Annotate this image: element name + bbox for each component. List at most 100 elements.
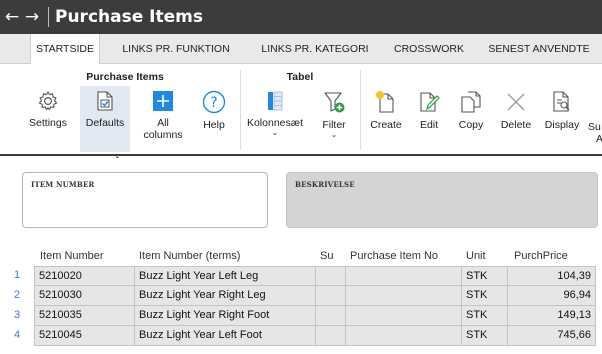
cut-off-button[interactable]: Su A [588,86,602,152]
svg-text:?: ? [210,95,217,111]
defaults-label: Defaults [85,117,125,129]
table-row[interactable]: 1 5210020 Buzz Light Year Left Leg STK 1… [0,266,602,286]
cell-purch-price[interactable]: 96,94 [508,286,596,306]
column-header-item-number[interactable]: Item Number [40,246,104,266]
cell-unit[interactable]: STK [462,326,508,346]
display-document-icon [553,91,570,112]
group-label-tabel: Tabel [286,71,314,83]
edit-button[interactable]: Edit [410,86,448,152]
description-filter-field[interactable]: BESKRIVELSE [286,172,598,228]
title-separator [48,7,49,27]
table-row[interactable]: 4 5210045 Buzz Light Year Left Foot STK … [0,326,602,346]
display-label: Display [544,119,580,131]
create-label: Create [370,119,402,131]
cell-purchase-item-no[interactable] [346,266,462,286]
cell-item-terms[interactable]: Buzz Light Year Left Leg [135,266,316,286]
edit-document-icon [420,92,440,112]
cut-off-label-line1: Su [588,121,601,133]
copy-button[interactable]: Copy [450,86,492,152]
table-row[interactable]: 2 5210030 Buzz Light Year Right Leg STK … [0,286,602,306]
cut-off-label: Su A [588,121,602,145]
all-columns-button[interactable]: All columns [138,86,188,152]
help-label: Help [203,119,225,131]
title-bar: ← → Purchase Items [0,0,602,34]
description-filter-label: BESKRIVELSE [295,180,355,189]
cell-item-number[interactable]: 5210035 [34,306,135,326]
cell-item-number[interactable]: 5210020 [34,266,135,286]
cell-item-terms[interactable]: Buzz Light Year Right Leg [135,286,316,306]
defaults-button[interactable]: Defaults [80,86,130,152]
help-icon: ? [202,90,226,114]
plus-box-icon [153,91,173,111]
tab-links-pr-kategori[interactable]: LINKS PR. KATEGORI [252,34,378,64]
all-columns-label-line2: columns [143,129,183,141]
cell-purchase-item-no[interactable] [346,286,462,306]
grid-header: Item Number Item Number (terms) Su Purch… [0,244,602,266]
column-header-item-number-terms[interactable]: Item Number (terms) [139,246,240,266]
cell-purch-price[interactable]: 745,66 [508,326,596,346]
column-header-su[interactable]: Su [320,246,333,266]
ribbon-tabs: STARTSIDE LINKS PR. FUNKTION LINKS PR. K… [0,34,602,65]
kolonnesaet-button[interactable]: Kolonnesæt ⌄ [244,86,306,152]
back-arrow-icon[interactable]: ← [2,7,22,27]
table-row[interactable]: 3 5210035 Buzz Light Year Right Foot STK… [0,306,602,326]
close-icon [507,93,525,111]
cell-unit[interactable]: STK [462,266,508,286]
cell-item-number[interactable]: 5210030 [34,286,135,306]
cell-item-terms[interactable]: Buzz Light Year Left Foot [135,326,316,346]
document-check-icon [97,91,113,111]
group-divider [240,70,241,150]
forward-arrow-icon[interactable]: → [22,7,42,27]
item-number-filter-label: ITEM NUMBER [31,180,95,189]
tab-senest-anvendte[interactable]: SENEST ANVENDTE [480,34,598,64]
cell-purchase-item-no[interactable] [346,306,462,326]
cell-su[interactable] [316,286,346,306]
settings-button[interactable]: Settings [22,86,74,152]
tab-startside[interactable]: STARTSIDE [30,34,100,65]
row-number: 3 [0,306,34,326]
cell-purchase-item-no[interactable] [346,326,462,346]
column-header-purch-price[interactable]: PurchPrice [514,246,568,266]
filter-area: ITEM NUMBER BESKRIVELSE [0,158,602,244]
tab-links-pr-funktion[interactable]: LINKS PR. FUNKTION [112,34,240,64]
column-header-purchase-item-no[interactable]: Purchase Item No [350,246,438,266]
filter-button[interactable]: Filter ⌄ [312,86,356,152]
settings-label: Settings [29,117,67,129]
item-number-filter-field[interactable]: ITEM NUMBER [22,172,268,228]
ribbon: Purchase Items Tabel Settings Defaults A… [0,64,602,156]
delete-button[interactable]: Delete [494,86,538,152]
gear-icon [38,91,58,111]
filter-add-icon [324,92,345,113]
cell-purch-price[interactable]: 149,13 [508,306,596,326]
cell-item-terms[interactable]: Buzz Light Year Right Foot [135,306,316,326]
delete-label: Delete [500,119,532,131]
kolonnesaet-caret-icon: ⌄ [271,128,279,137]
column-header-unit[interactable]: Unit [466,246,486,266]
page-title: Purchase Items [55,7,203,27]
create-button[interactable]: Create [364,86,408,152]
edit-label: Edit [419,119,439,131]
row-number: 2 [0,286,34,306]
cell-su[interactable] [316,306,346,326]
new-document-icon [376,91,394,113]
help-button[interactable]: ? Help [192,86,236,152]
cell-item-number[interactable]: 5210045 [34,326,135,346]
display-button[interactable]: Display [540,86,584,152]
row-number: 4 [0,326,34,346]
cell-purch-price[interactable]: 104,39 [508,266,596,286]
columns-icon [268,91,283,111]
all-columns-label: All columns [138,117,188,141]
copy-icon [461,91,481,113]
row-number: 1 [0,266,34,286]
cell-unit[interactable]: STK [462,286,508,306]
copy-label: Copy [458,119,484,131]
cell-su[interactable] [316,266,346,286]
tab-crosswork[interactable]: CROSSWORK [386,34,472,64]
all-columns-label-line1: All [157,117,169,129]
cell-unit[interactable]: STK [462,306,508,326]
group-label-purchase-items: Purchase Items [86,71,164,83]
cell-su[interactable] [316,326,346,346]
filter-caret-icon: ⌄ [330,130,338,139]
cut-off-label-line2: A [596,133,602,145]
group-divider [360,70,361,150]
